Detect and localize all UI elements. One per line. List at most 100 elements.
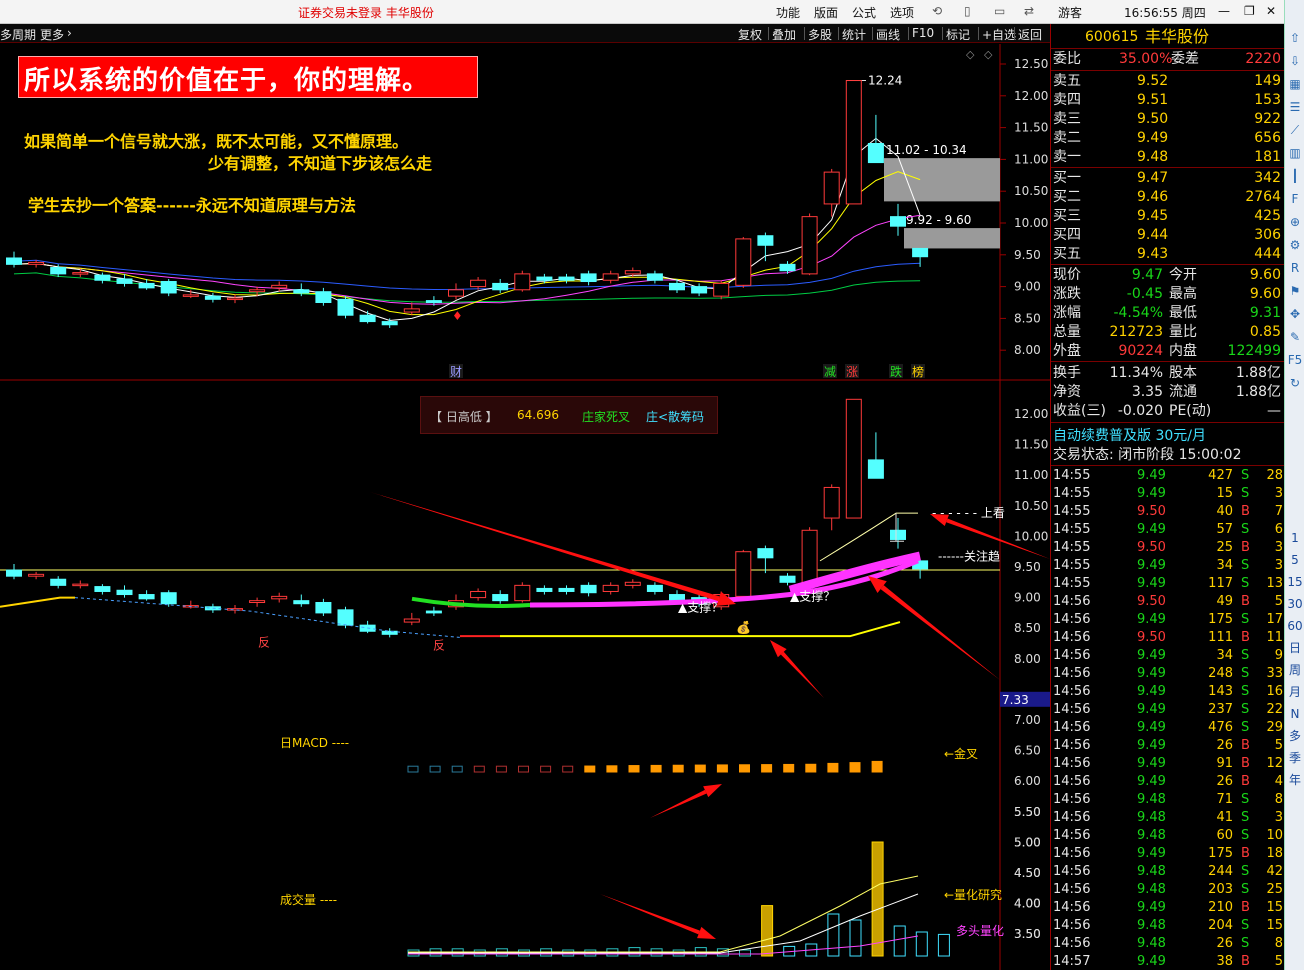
price-candle[interactable] [403,308,420,313]
menu-function[interactable]: 功能 [776,4,800,21]
event-marker-label[interactable]: 财 [450,365,462,379]
event-marker-label[interactable]: 跌 [890,364,902,379]
volume-bar[interactable] [937,933,950,957]
indicator-candle[interactable] [514,584,531,602]
indicator-candle[interactable] [470,590,487,599]
settings-icon[interactable]: ⚙ [1287,237,1303,253]
price-candle[interactable] [890,216,906,227]
indicator-candle[interactable] [580,584,597,594]
bid-row[interactable]: 买三 9.45 425 [1051,207,1285,226]
price-candle[interactable] [448,289,464,297]
monitor-icon[interactable]: ▭ [994,4,1005,18]
phone-icon[interactable]: ▯ [964,4,971,18]
toolbar-button-2[interactable]: 多股 [808,26,832,43]
price-candle[interactable] [249,289,266,293]
zoom-icon[interactable]: ⊕ [1287,214,1303,230]
price-candle[interactable] [94,274,111,281]
indicator-candle[interactable] [293,600,310,605]
indicator-candle[interactable] [536,587,553,592]
more-button[interactable]: 更多 [40,26,64,43]
macd-bar[interactable] [849,762,861,773]
macd-bar[interactable] [562,765,574,773]
indicator-candle[interactable] [50,578,67,586]
indicator-candle[interactable] [337,609,354,626]
macd-bar[interactable] [805,763,817,773]
price-candle[interactable] [293,289,310,294]
ask-row[interactable]: 卖四 9.51 153 [1051,91,1285,110]
toolbar-button-3[interactable]: 统计 [842,26,866,43]
price-candle[interactable] [801,216,818,275]
macd-bar[interactable] [739,764,750,773]
price-candle[interactable] [227,297,243,301]
price-candle[interactable] [536,276,553,281]
volume-bar[interactable] [739,949,751,957]
indicator-candle[interactable] [779,575,796,583]
price-candle[interactable] [470,279,487,288]
ask-row[interactable]: 卖三 9.50 922 [1051,110,1285,129]
macd-bar[interactable] [540,765,552,773]
macd-bar[interactable] [672,764,684,773]
indicator-candle[interactable] [227,608,243,611]
candle-icon[interactable]: ┃ [1287,168,1303,184]
price-candle[interactable] [624,270,641,275]
price-candle[interactable] [50,267,67,275]
indicator-candle[interactable] [249,600,266,603]
chart-icon[interactable]: ▦ [1287,76,1303,92]
price-candle[interactable] [867,143,884,164]
toolbar-button-6[interactable]: 标记 [946,26,970,43]
indicator-candle[interactable] [823,486,840,519]
toolbar-button-1[interactable]: 叠加 [772,26,796,43]
diamond-icon[interactable]: ◇ [984,48,993,61]
pen-icon[interactable]: ✎ [1287,329,1303,345]
price-candle[interactable] [116,278,133,284]
menu-layout[interactable]: 版面 [814,4,838,21]
price-candle[interactable] [735,238,752,286]
bars-icon[interactable]: ▥ [1287,145,1303,161]
indicator-candle[interactable] [72,583,89,587]
macd-bar[interactable] [451,765,463,773]
indicator-candle[interactable] [116,589,133,596]
bid-row[interactable]: 买五 9.43 444 [1051,245,1285,264]
ad-text[interactable]: 自动续费普及版 30元/月 [1053,427,1206,446]
price-candle[interactable] [823,171,840,205]
price-candle[interactable] [6,257,22,265]
price-candle[interactable] [580,273,597,283]
price-candle[interactable] [271,284,288,289]
period-button-8[interactable]: N [1287,706,1303,722]
price-candle[interactable] [182,294,199,297]
rsi-icon[interactable]: R [1287,260,1303,276]
macd-bar[interactable] [407,765,419,773]
macd-bar[interactable] [827,762,839,773]
trend-icon[interactable]: ⟋ [1287,122,1303,138]
price-candle[interactable] [757,235,774,246]
indicator-candle[interactable] [425,610,442,614]
macd-bar[interactable] [495,765,507,773]
toolbar-button-8[interactable]: 返回 [1018,26,1042,43]
close-icon[interactable]: ✕ [1266,4,1276,18]
ask-row[interactable]: 卖五 9.52 149 [1051,72,1285,91]
macd-bar[interactable] [694,764,706,773]
volume-bar[interactable] [827,913,840,957]
period-button-9[interactable]: 多 [1287,728,1303,744]
indicator-candle[interactable] [867,459,884,479]
volume-bar[interactable] [849,919,862,957]
price-candle[interactable] [138,282,155,289]
indicator-candle[interactable] [315,601,332,614]
indicator-candle[interactable] [271,595,288,600]
bid-row[interactable]: 买二 9.46 2764 [1051,188,1285,207]
event-marker-label[interactable]: 涨 [846,364,858,379]
refresh-icon[interactable]: ↻ [1287,375,1303,391]
event-marker-label[interactable]: 榜 [912,364,924,379]
ad-row[interactable]: 自动续费普及版 30元/月 [1051,427,1285,446]
restore-icon[interactable]: ❐ [1244,4,1255,18]
ask-row[interactable]: 卖二 9.49 656 [1051,129,1285,148]
indicator-candle[interactable] [890,529,906,540]
move-icon[interactable]: ✥ [1287,306,1303,322]
price-candle[interactable] [381,321,398,326]
down-arrow-icon[interactable]: ⇩ [1287,53,1303,69]
indicator-candle[interactable] [845,398,862,519]
toolbar-button-7[interactable]: +自选 [982,26,1016,43]
indicator-candle[interactable] [646,584,663,592]
menu-options[interactable]: 选项 [890,4,914,21]
volume-bar[interactable] [871,841,884,957]
